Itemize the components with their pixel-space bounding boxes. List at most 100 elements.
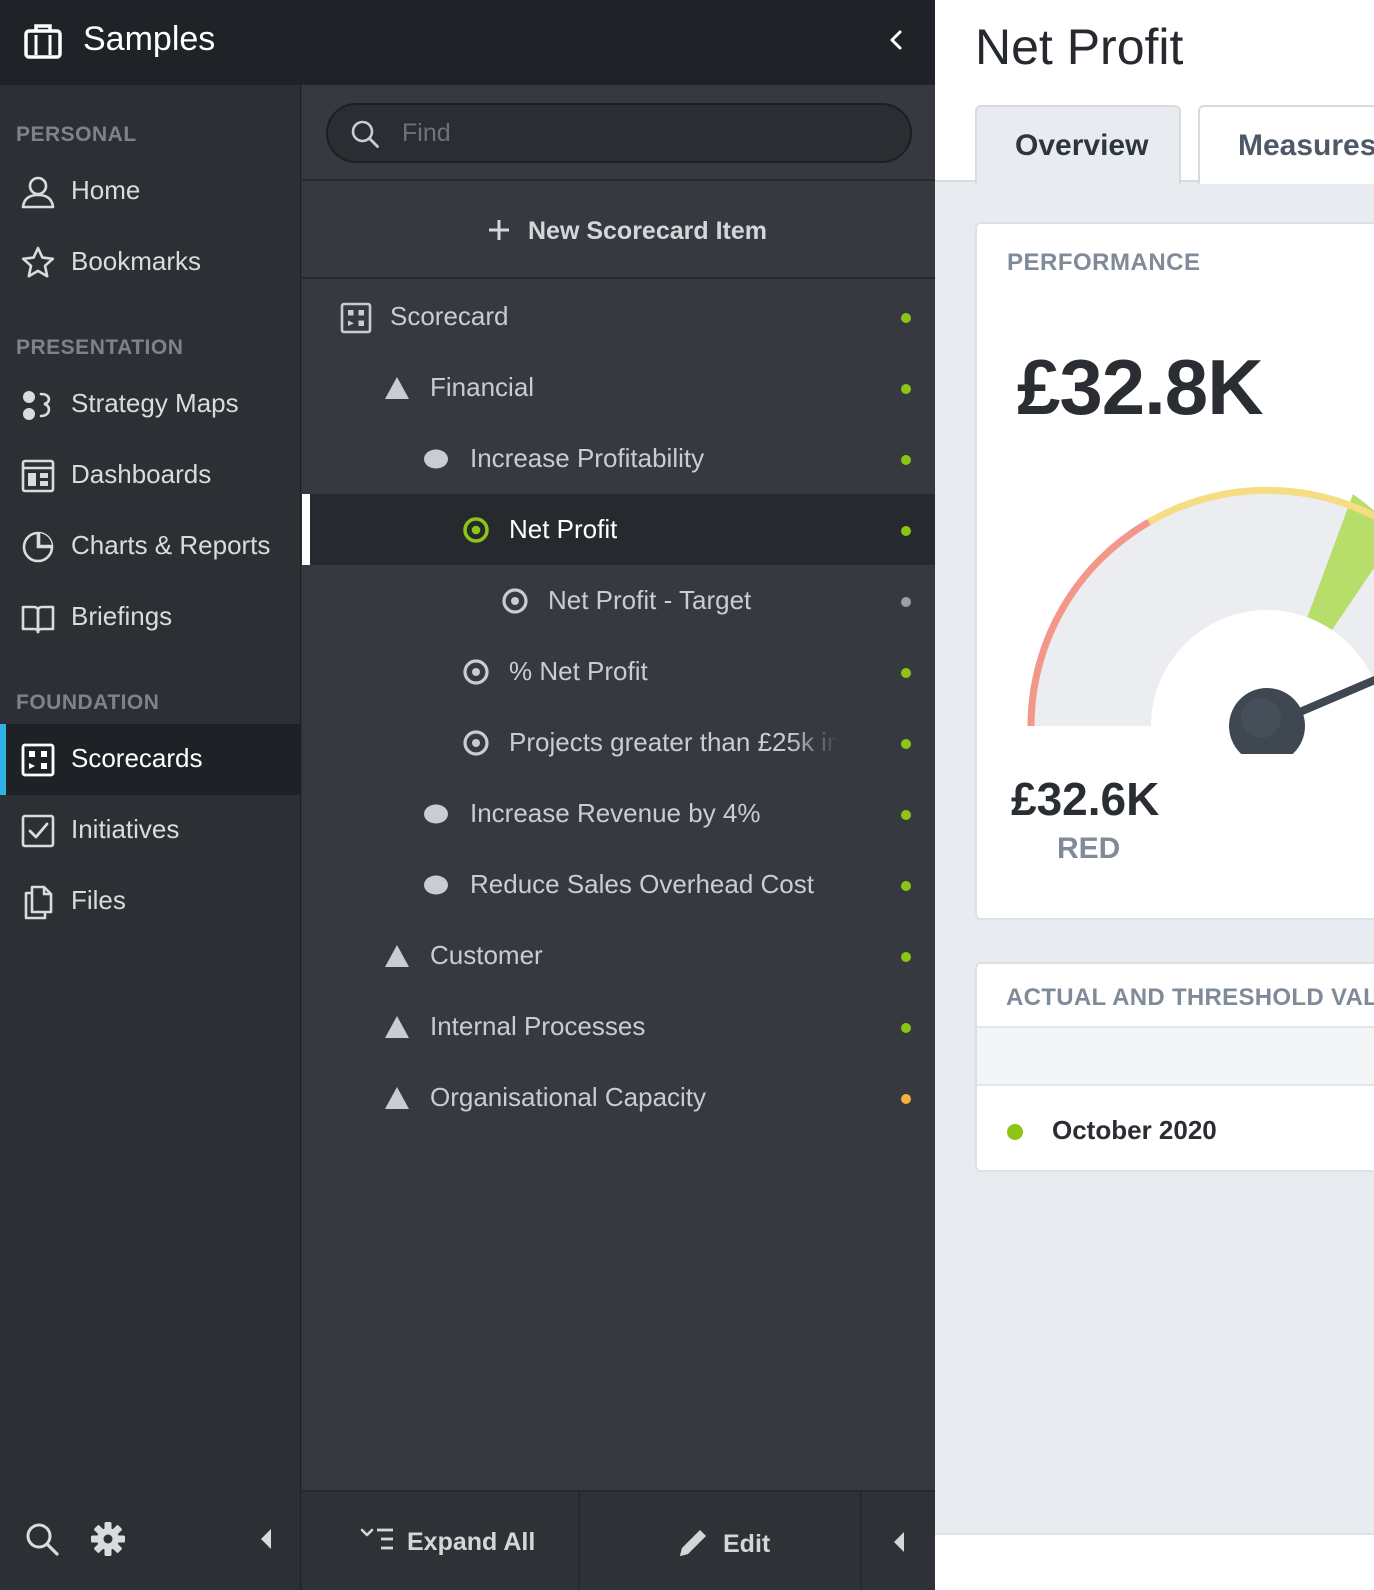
ellipse-icon xyxy=(421,444,451,474)
files-icon xyxy=(20,884,56,920)
status-dot xyxy=(901,384,911,394)
search-bar xyxy=(302,85,935,181)
threshold-period[interactable]: October 2020 xyxy=(1052,1115,1217,1146)
tree-row-selected[interactable]: Net Profit xyxy=(302,494,935,565)
status-dot xyxy=(901,313,911,323)
nav-section-foundation: FOUNDATION xyxy=(16,691,160,714)
tree-row[interactable]: Scorecard xyxy=(302,281,935,352)
status-dot xyxy=(901,1023,911,1033)
tree-row-label: Increase Revenue by 4% xyxy=(470,798,761,828)
nav-footer xyxy=(0,1490,300,1590)
gear-icon[interactable] xyxy=(90,1521,126,1562)
expand-all-button[interactable]: Expand All xyxy=(302,1492,580,1590)
tree-row-label: Net Profit xyxy=(509,514,618,544)
tree-row[interactable]: Net Profit - Target xyxy=(302,565,935,636)
nav-item-charts-reports[interactable]: Charts & Reports xyxy=(0,511,300,582)
nav-item-label: Files xyxy=(71,885,126,915)
strategy-map-icon xyxy=(20,387,56,423)
checkbox-icon xyxy=(20,813,56,849)
triangle-icon xyxy=(382,941,412,971)
status-dot xyxy=(901,668,911,678)
detail-content: Net Profit Overview Measures PERFORMANCE… xyxy=(935,0,1374,1590)
nav-item-label: Charts & Reports xyxy=(71,530,271,560)
status-dot xyxy=(901,952,911,962)
tab-label: Measures xyxy=(1238,129,1374,162)
threshold-heading: ACTUAL AND THRESHOLD VALUES xyxy=(1006,984,1374,1011)
content-header: Net Profit Overview Measures xyxy=(935,0,1374,184)
nav-item-label: Briefings xyxy=(71,601,173,631)
triangle-icon xyxy=(382,373,412,403)
triangle-icon xyxy=(382,1012,412,1042)
nav-section-personal: PERSONAL xyxy=(16,123,137,146)
status-dot xyxy=(901,455,911,465)
ellipse-icon xyxy=(421,870,451,900)
nav-item-label: Home xyxy=(71,175,141,205)
nav-section-presentation: PRESENTATION xyxy=(16,336,184,359)
collapse-tree-button[interactable] xyxy=(864,1492,935,1590)
nav-item-briefings[interactable]: Briefings xyxy=(0,582,300,653)
tab-overview[interactable]: Overview xyxy=(975,105,1181,184)
main-navigation: PERSONAL Home Bookmarks PRESENTATION Str… xyxy=(0,85,301,1590)
tab-measures[interactable]: Measures xyxy=(1198,105,1374,184)
collapse-tree-icon xyxy=(889,1528,909,1561)
tree-row[interactable]: % Net Profit xyxy=(302,636,935,707)
expand-all-icon xyxy=(360,1526,396,1559)
tree-row-label: Scorecard xyxy=(390,301,509,331)
tree-row[interactable]: Customer xyxy=(302,920,935,991)
triangle-icon xyxy=(382,1083,412,1113)
app-title: Samples xyxy=(83,20,216,58)
dashboard-icon xyxy=(20,458,56,494)
status-dot xyxy=(901,881,911,891)
scorecard-tree-panel: New Scorecard Item Scorecard Financial I… xyxy=(302,85,935,1590)
app-header: Samples xyxy=(0,0,935,85)
collapse-sidebar-button[interactable] xyxy=(884,26,908,54)
nav-item-label: Initiatives xyxy=(71,814,180,844)
nav-item-label: Dashboards xyxy=(71,459,212,489)
tree-row[interactable]: Increase Revenue by 4% xyxy=(302,778,935,849)
nav-item-initiatives[interactable]: Initiatives xyxy=(0,795,300,866)
tab-label: Overview xyxy=(1015,129,1149,162)
nav-item-files[interactable]: Files xyxy=(0,866,300,937)
tree-row[interactable]: Organisational Capacity xyxy=(302,1062,935,1133)
tree-row[interactable]: Financial xyxy=(302,352,935,423)
new-scorecard-item-button[interactable]: New Scorecard Item xyxy=(302,183,935,279)
pie-chart-icon xyxy=(20,529,56,565)
threshold-card: ACTUAL AND THRESHOLD VALUES October 2020 xyxy=(975,962,1374,1172)
book-icon xyxy=(20,600,56,636)
status-dot xyxy=(901,810,911,820)
target-icon xyxy=(461,657,491,687)
tree-row[interactable]: Increase Profitability xyxy=(302,423,935,494)
tree-row-label: Increase Profitability xyxy=(470,443,705,473)
page-title: Net Profit xyxy=(975,19,1184,75)
tree-row-label: Projects greater than £25k in xyxy=(509,727,839,757)
content-footer xyxy=(935,1533,1374,1590)
tree-row[interactable]: Internal Processes xyxy=(302,991,935,1062)
expand-all-label: Expand All xyxy=(407,1528,536,1556)
nav-item-strategy-maps[interactable]: Strategy Maps xyxy=(0,369,300,440)
target-icon xyxy=(500,586,530,616)
nav-item-label: Scorecards xyxy=(71,743,203,773)
status-dot xyxy=(1007,1124,1023,1140)
tree-row[interactable]: Reduce Sales Overhead Cost xyxy=(302,849,935,920)
status-dot xyxy=(901,739,911,749)
previous-value: £32.6K xyxy=(1011,773,1160,825)
performance-card: PERFORMANCE £32.8K £32.6K RED xyxy=(975,222,1374,920)
search-icon[interactable] xyxy=(24,1521,60,1562)
nav-item-label: Strategy Maps xyxy=(71,388,239,418)
nav-item-bookmarks[interactable]: Bookmarks xyxy=(0,227,300,298)
tree-footer: Expand All Edit xyxy=(302,1490,935,1590)
search-box[interactable] xyxy=(326,103,912,163)
tree-row[interactable]: Projects greater than £25k in xyxy=(302,707,935,778)
new-scorecard-item-label: New Scorecard Item xyxy=(528,217,767,245)
pencil-icon xyxy=(676,1526,710,1565)
search-icon xyxy=(350,119,380,154)
nav-item-home[interactable]: Home xyxy=(0,156,300,227)
tree-row-label: Net Profit - Target xyxy=(548,585,752,615)
nav-item-dashboards[interactable]: Dashboards xyxy=(0,440,300,511)
nav-item-scorecards[interactable]: Scorecards xyxy=(0,724,300,795)
search-input[interactable] xyxy=(402,115,882,151)
tree-row-label: Reduce Sales Overhead Cost xyxy=(470,869,814,899)
edit-button[interactable]: Edit xyxy=(582,1492,862,1590)
collapse-nav-icon[interactable] xyxy=(255,1525,277,1558)
ellipse-icon xyxy=(421,799,451,829)
